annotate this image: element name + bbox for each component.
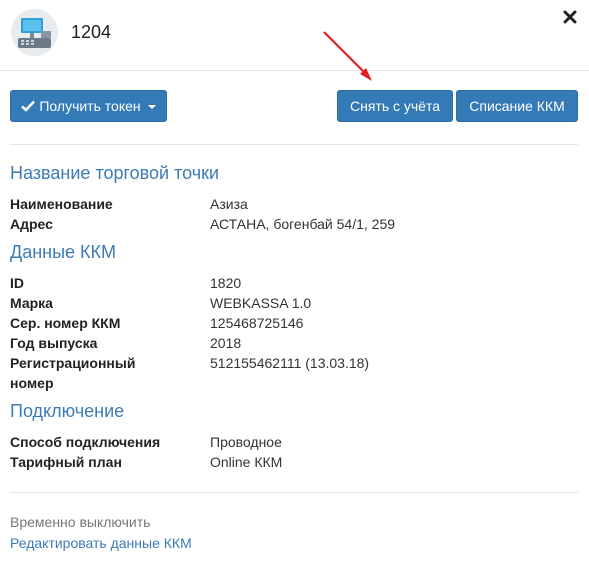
- footer-divider: [10, 492, 578, 493]
- section-heading-kkm: Данные ККМ: [10, 242, 116, 262]
- label-registration-number: Регистрационный номер: [10, 355, 136, 391]
- check-icon: [21, 92, 36, 122]
- get-token-button[interactable]: Получить токен: [10, 90, 167, 122]
- section-divider: [10, 144, 578, 145]
- value-year: 2018: [210, 335, 242, 351]
- value-address: АСТАНА, богенбай 54/1, 259: [210, 216, 396, 232]
- value-brand: WEBKASSA 1.0: [210, 295, 312, 311]
- label-name: Наименование: [10, 196, 113, 212]
- value-serial: 125468725146: [210, 315, 304, 331]
- value-id: 1820: [210, 275, 242, 291]
- value-name: Азиза: [210, 196, 248, 212]
- get-token-label: Получить токен: [39, 98, 141, 114]
- value-connection-method: Проводное: [210, 434, 282, 450]
- header-divider: [0, 70, 589, 71]
- modal-header: 1204: [0, 0, 589, 68]
- label-year: Год выпуска: [10, 335, 98, 351]
- label-id: ID: [10, 275, 24, 291]
- cash-register-icon: [11, 9, 58, 56]
- label-serial: Сер. номер ККМ: [10, 315, 121, 331]
- value-tariff-plan: Online ККМ: [210, 454, 283, 470]
- value-registration-number: 512155462111 (13.03.18): [210, 355, 370, 371]
- label-address: Адрес: [10, 216, 53, 232]
- page-title: 1204: [71, 22, 112, 42]
- disable-temporarily-text: Временно выключить: [10, 514, 151, 530]
- section-heading-connection: Подключение: [10, 401, 125, 421]
- caret-down-icon: [147, 105, 156, 110]
- close-icon[interactable]: [561, 8, 579, 26]
- section-heading-store: Название торговой точки: [10, 163, 220, 183]
- label-tariff-plan: Тарифный план: [10, 454, 122, 470]
- writeoff-kkm-button[interactable]: Списание ККМ: [456, 90, 578, 122]
- edit-kkm-link[interactable]: Редактировать данные ККМ: [10, 535, 192, 551]
- label-connection-method: Способ подключения: [10, 434, 161, 450]
- deregister-button[interactable]: Снять с учёта: [337, 90, 453, 122]
- label-brand: Марка: [10, 295, 53, 311]
